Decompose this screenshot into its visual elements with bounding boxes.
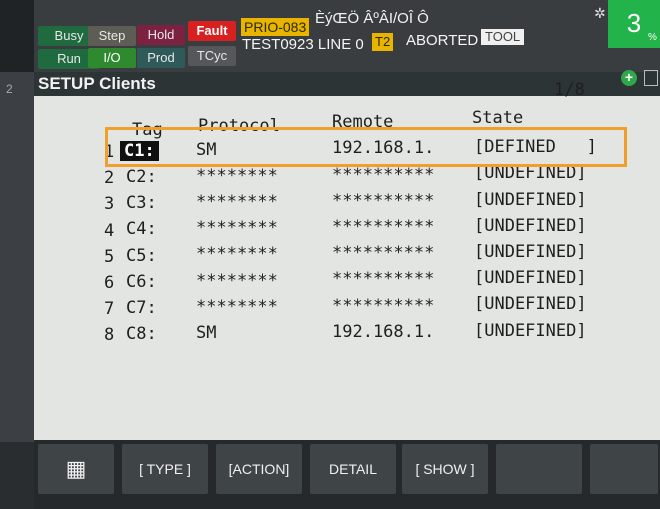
detail-button[interactable]: DETAIL	[310, 444, 396, 494]
row-remote: **********	[332, 217, 435, 237]
row-tag: C5:	[126, 245, 157, 266]
client-row[interactable]: 3 C3: ******** ********** [UNDEFINED]	[34, 190, 660, 218]
step-lamp: Step	[88, 26, 136, 46]
gear-icon: ✲	[594, 5, 606, 21]
client-row[interactable]: 2 C2: ******** ********** [UNDEFINED]	[34, 163, 660, 192]
row-protocol: ********	[196, 192, 278, 212]
row-protocol: ********	[196, 165, 278, 186]
column-header-tag: Tag	[132, 120, 163, 140]
override-value: 3	[626, 8, 642, 38]
f5-button[interactable]	[496, 444, 582, 494]
row-protocol: ********	[196, 218, 278, 239]
row-number: 2	[104, 168, 115, 189]
window-icon[interactable]	[644, 70, 658, 86]
mode-t2-badge: T2	[372, 33, 394, 51]
row-tag: C4:	[126, 219, 157, 240]
row-remote: **********	[332, 243, 435, 264]
row-number: 4	[104, 220, 115, 241]
client-row[interactable]: 4 C4: ******** ********** [UNDEFINED]	[34, 216, 660, 245]
row-remote: **********	[332, 269, 435, 290]
row-remote: **********	[332, 164, 435, 185]
page-title: SETUP Clients	[38, 74, 156, 93]
execution-status: ABORTED	[406, 32, 479, 49]
status-left-gap	[0, 0, 34, 72]
column-header-state: State	[472, 108, 524, 128]
row-protocol: SM	[196, 323, 217, 343]
next-button[interactable]	[590, 444, 658, 494]
row-state: [DEFINED ]	[474, 137, 597, 158]
function-key-bar: ▦ [ TYPE ] [ACTION] DETAIL [ SHOW ]	[34, 440, 660, 509]
tcyc-lamp: TCyc	[188, 46, 236, 66]
grid-icon: ▦	[65, 456, 87, 481]
client-row[interactable]: 8 C8: SM 192.168.1. [UNDEFINED]	[34, 321, 660, 349]
row-state: [UNDEFINED]	[474, 215, 587, 236]
row-state: [UNDEFINED]	[474, 242, 587, 262]
row-state: [UNDEFINED]	[474, 268, 587, 289]
hold-lamp: Hold	[137, 25, 185, 45]
tool-frame-badge: TOOL	[481, 29, 525, 45]
column-header-remote: Remote	[332, 112, 394, 132]
column-header-protocol: Protocol	[198, 116, 280, 136]
row-protocol: ********	[196, 296, 278, 317]
row-state: [UNDEFINED]	[474, 320, 587, 341]
zoom-in-icon[interactable]: +	[621, 70, 637, 86]
row-remote: 192.168.1.	[332, 138, 435, 159]
row-tag: C3:	[126, 193, 157, 214]
program-line-status: TEST0923 LINE 0	[242, 36, 364, 53]
row-state: [UNDEFINED]	[474, 163, 587, 184]
alarm-code-badge: PRIO-083	[241, 18, 310, 36]
row-number: 6	[104, 273, 115, 293]
client-row[interactable]: 5 C5: ******** ********** [UNDEFINED]	[34, 242, 660, 271]
row-number: 5	[104, 246, 115, 267]
row-number: 7	[104, 299, 115, 320]
row-tag: C7:	[126, 298, 157, 318]
row-number: 1	[104, 142, 115, 162]
row-protocol: ********	[196, 270, 278, 291]
client-row[interactable]: 7 C7: ******** ********** [UNDEFINED]	[34, 294, 660, 323]
row-number: 8	[104, 325, 115, 346]
left-sidebar: 2	[0, 72, 34, 442]
teach-pendant-screen: Busy Step Hold Fault Run I/O Prod TCyc P…	[0, 0, 660, 509]
show-button[interactable]: [ SHOW ]	[402, 444, 488, 494]
clients-list: 1/8 Tag Protocol Remote State 1 C1: SM 192.…	[34, 80, 660, 440]
row-state: [UNDEFINED]	[474, 294, 587, 315]
row-remote: **********	[332, 295, 435, 316]
row-protocol: SM	[196, 139, 217, 160]
type-button[interactable]: [ TYPE ]	[122, 444, 208, 494]
override-unit: %	[648, 32, 657, 43]
sidebar-glyph: 2	[6, 82, 13, 96]
row-protocol: ********	[196, 244, 278, 265]
row-number: 3	[104, 194, 115, 215]
row-tag: C8:	[126, 324, 157, 345]
row-remote: 192.168.1.	[332, 321, 435, 342]
client-row[interactable]: 6 C6: ******** ********** [UNDEFINED]	[34, 268, 660, 297]
prod-lamp: Prod	[137, 48, 185, 68]
client-row[interactable]: 1 C1: SM 192.168.1. [DEFINED ]	[34, 137, 660, 166]
row-state: [UNDEFINED]	[474, 189, 587, 210]
alarm-message: ÈýŒÖ ÂºÂI/OÎ Ô	[315, 10, 429, 27]
row-tag: C2:	[126, 167, 157, 187]
page-indicator-text: 1/8	[554, 80, 585, 100]
row-remote: **********	[332, 190, 435, 211]
io-lamp: I/O	[88, 48, 136, 68]
action-button[interactable]: [ACTION]	[216, 444, 302, 494]
menu-button[interactable]: ▦	[38, 444, 114, 494]
row-tag: C6:	[126, 271, 157, 292]
row-tag: C1:	[120, 140, 159, 161]
fault-lamp: Fault	[188, 21, 236, 41]
